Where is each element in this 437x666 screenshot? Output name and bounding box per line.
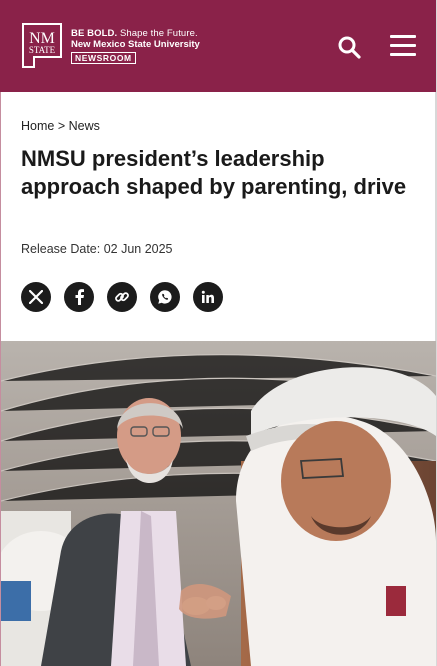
breadcrumb: Home > News [21, 119, 100, 133]
share-copy-link-button[interactable] [107, 282, 137, 312]
share-facebook-button[interactable] [64, 282, 94, 312]
linkedin-icon [201, 290, 214, 303]
newsroom-badge: NEWSROOM [71, 51, 136, 64]
share-x-button[interactable] [21, 282, 51, 312]
logo-wordmark: BE BOLD. Shape the Future. New Mexico St… [71, 28, 200, 64]
breadcrumb-news-link[interactable]: News [69, 119, 100, 133]
menu-bar-top [390, 35, 416, 38]
tagline-rest: Shape the Future. [119, 27, 198, 39]
site-header: NM STATE BE BOLD. Shape the Future. New … [0, 0, 436, 92]
breadcrumb-home-link[interactable]: Home [21, 119, 54, 133]
nmsu-newsroom-logo[interactable]: NM STATE BE BOLD. Shape the Future. New … [21, 22, 200, 69]
article-title: NMSU president’s leadership approach sha… [21, 146, 407, 199]
logo-university: New Mexico State University [71, 38, 200, 50]
share-bar [21, 282, 223, 312]
nm-state-logo-mark: NM STATE [21, 22, 63, 69]
menu-bar-bottom [390, 53, 416, 56]
whatsapp-icon [158, 290, 172, 304]
logo-mark-bottom: STATE [29, 45, 56, 55]
x-icon [29, 290, 43, 304]
share-linkedin-button[interactable] [193, 282, 223, 312]
hero-photo-illustration [1, 341, 436, 666]
release-date-label: Release Date: [21, 242, 101, 256]
tagline-bold: BE BOLD. [71, 27, 118, 39]
search-button[interactable] [337, 35, 361, 59]
release-date: Release Date: 02 Jun 2025 [21, 242, 173, 256]
facebook-icon [75, 289, 84, 305]
share-whatsapp-button[interactable] [150, 282, 180, 312]
menu-bar-middle [390, 44, 416, 47]
link-icon [115, 292, 129, 302]
hero-photo [1, 341, 436, 666]
hamburger-menu-button[interactable] [390, 35, 416, 57]
logo-tagline: BE BOLD. Shape the Future. [71, 28, 200, 39]
search-icon [338, 36, 361, 59]
release-date-value: 02 Jun 2025 [103, 242, 173, 256]
breadcrumb-separator: > [57, 119, 66, 133]
